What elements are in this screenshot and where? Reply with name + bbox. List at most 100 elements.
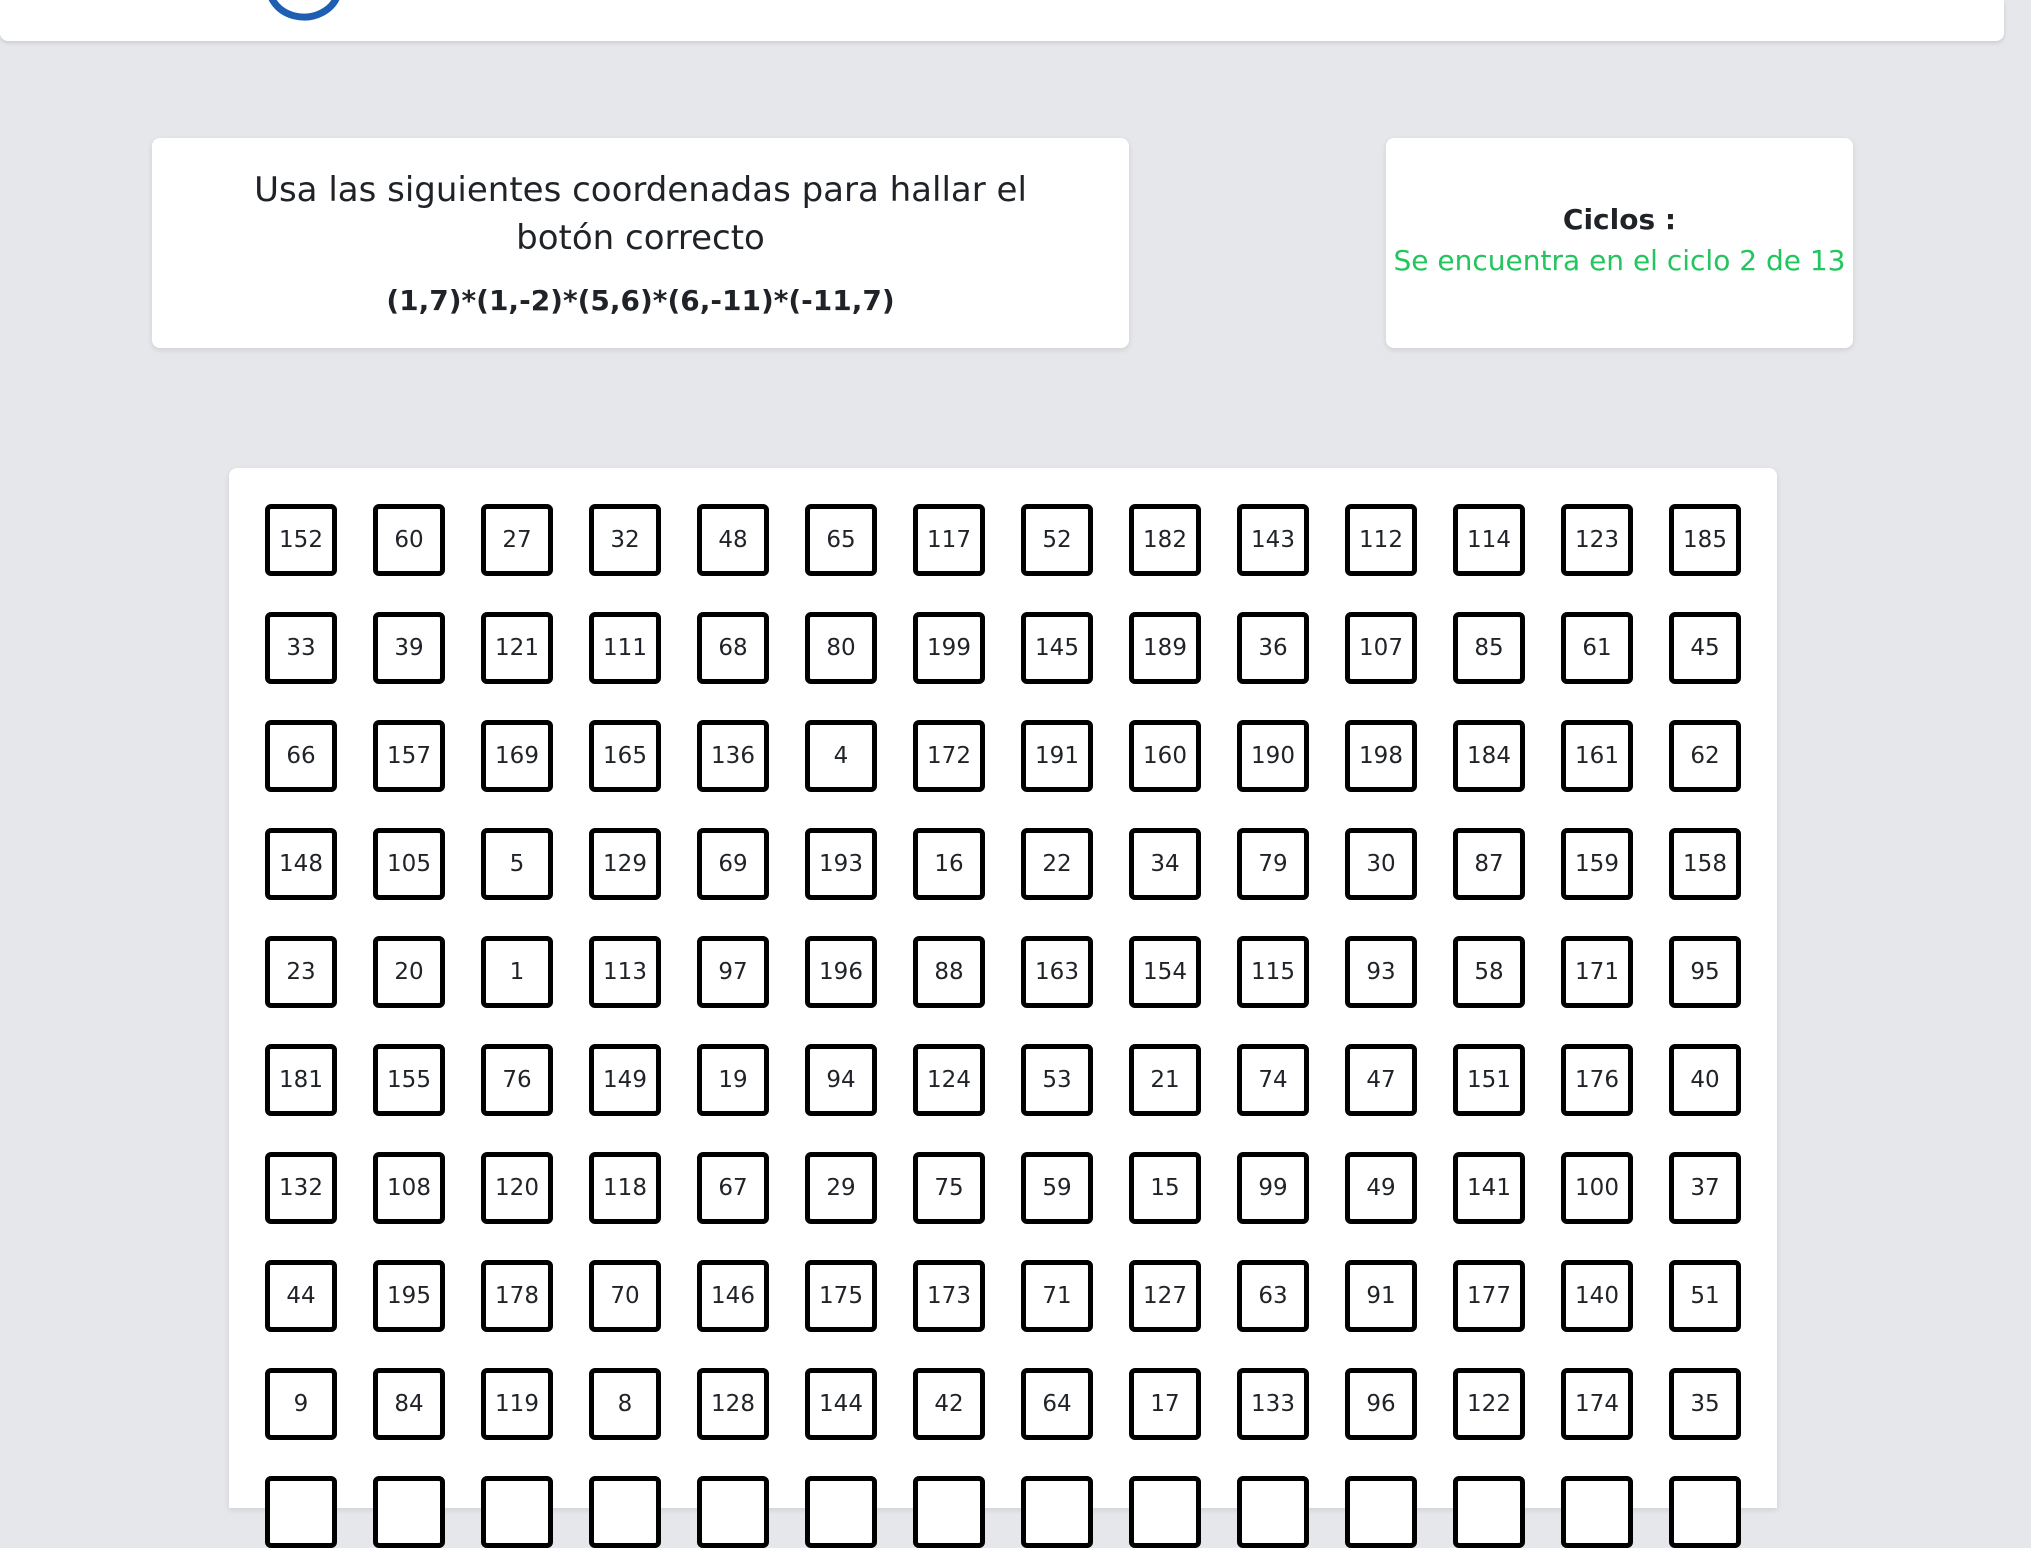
number-button[interactable]: 96: [1345, 1368, 1417, 1440]
number-button[interactable]: 121: [481, 612, 553, 684]
number-button[interactable]: 76: [481, 1044, 553, 1116]
number-button[interactable]: 160: [1129, 720, 1201, 792]
number-button[interactable]: 68: [697, 612, 769, 684]
number-button[interactable]: 184: [1453, 720, 1525, 792]
number-button[interactable]: 9: [265, 1368, 337, 1440]
number-button[interactable]: 59: [1021, 1152, 1093, 1224]
number-button[interactable]: [913, 1476, 985, 1548]
number-button[interactable]: 148: [265, 828, 337, 900]
number-button[interactable]: 97: [697, 936, 769, 1008]
number-button[interactable]: 23: [265, 936, 337, 1008]
number-button[interactable]: 5: [481, 828, 553, 900]
number-button[interactable]: 171: [1561, 936, 1633, 1008]
number-button[interactable]: 32: [589, 504, 661, 576]
number-button[interactable]: 154: [1129, 936, 1201, 1008]
number-button[interactable]: 146: [697, 1260, 769, 1332]
number-button[interactable]: 112: [1345, 504, 1417, 576]
number-button[interactable]: 118: [589, 1152, 661, 1224]
number-button[interactable]: 149: [589, 1044, 661, 1116]
number-button[interactable]: 120: [481, 1152, 553, 1224]
number-button[interactable]: 30: [1345, 828, 1417, 900]
number-button[interactable]: 20: [373, 936, 445, 1008]
number-button[interactable]: 60: [373, 504, 445, 576]
number-button[interactable]: 63: [1237, 1260, 1309, 1332]
number-button[interactable]: 93: [1345, 936, 1417, 1008]
number-button[interactable]: 123: [1561, 504, 1633, 576]
number-button[interactable]: 29: [805, 1152, 877, 1224]
number-button[interactable]: 190: [1237, 720, 1309, 792]
number-button[interactable]: 124: [913, 1044, 985, 1116]
number-button[interactable]: 84: [373, 1368, 445, 1440]
number-button[interactable]: [805, 1476, 877, 1548]
number-button[interactable]: [1669, 1476, 1741, 1548]
number-button[interactable]: 107: [1345, 612, 1417, 684]
number-button[interactable]: [1345, 1476, 1417, 1548]
number-button[interactable]: 182: [1129, 504, 1201, 576]
number-button[interactable]: 127: [1129, 1260, 1201, 1332]
number-button[interactable]: 15: [1129, 1152, 1201, 1224]
number-button[interactable]: 70: [589, 1260, 661, 1332]
number-button[interactable]: 52: [1021, 504, 1093, 576]
number-button[interactable]: 132: [265, 1152, 337, 1224]
number-button[interactable]: 80: [805, 612, 877, 684]
number-button[interactable]: 39: [373, 612, 445, 684]
number-button[interactable]: 17: [1129, 1368, 1201, 1440]
number-button[interactable]: [1129, 1476, 1201, 1548]
number-button[interactable]: 119: [481, 1368, 553, 1440]
number-button[interactable]: 144: [805, 1368, 877, 1440]
number-button[interactable]: 34: [1129, 828, 1201, 900]
number-button[interactable]: [481, 1476, 553, 1548]
number-button[interactable]: 42: [913, 1368, 985, 1440]
number-button[interactable]: 181: [265, 1044, 337, 1116]
number-button[interactable]: [1237, 1476, 1309, 1548]
number-button[interactable]: 53: [1021, 1044, 1093, 1116]
number-button[interactable]: 193: [805, 828, 877, 900]
number-button[interactable]: 129: [589, 828, 661, 900]
number-button[interactable]: 165: [589, 720, 661, 792]
number-button[interactable]: 40: [1669, 1044, 1741, 1116]
number-button[interactable]: 111: [589, 612, 661, 684]
number-button[interactable]: 47: [1345, 1044, 1417, 1116]
number-button[interactable]: 49: [1345, 1152, 1417, 1224]
number-button[interactable]: [1561, 1476, 1633, 1548]
number-button[interactable]: 22: [1021, 828, 1093, 900]
number-button[interactable]: 71: [1021, 1260, 1093, 1332]
number-button[interactable]: 45: [1669, 612, 1741, 684]
number-button[interactable]: 145: [1021, 612, 1093, 684]
number-button[interactable]: 117: [913, 504, 985, 576]
number-button[interactable]: 155: [373, 1044, 445, 1116]
number-button[interactable]: 58: [1453, 936, 1525, 1008]
number-button[interactable]: 62: [1669, 720, 1741, 792]
number-button[interactable]: 99: [1237, 1152, 1309, 1224]
number-button[interactable]: 27: [481, 504, 553, 576]
number-button[interactable]: [1021, 1476, 1093, 1548]
number-button[interactable]: 95: [1669, 936, 1741, 1008]
number-button[interactable]: 115: [1237, 936, 1309, 1008]
number-button[interactable]: [265, 1476, 337, 1548]
number-button[interactable]: 152: [265, 504, 337, 576]
number-button[interactable]: 161: [1561, 720, 1633, 792]
number-button[interactable]: 85: [1453, 612, 1525, 684]
number-button[interactable]: 100: [1561, 1152, 1633, 1224]
number-button[interactable]: 196: [805, 936, 877, 1008]
number-button[interactable]: 79: [1237, 828, 1309, 900]
number-button[interactable]: 16: [913, 828, 985, 900]
number-button[interactable]: 140: [1561, 1260, 1633, 1332]
number-button[interactable]: 36: [1237, 612, 1309, 684]
number-button[interactable]: 19: [697, 1044, 769, 1116]
number-button[interactable]: 151: [1453, 1044, 1525, 1116]
number-button[interactable]: 113: [589, 936, 661, 1008]
number-button[interactable]: [697, 1476, 769, 1548]
number-button[interactable]: 178: [481, 1260, 553, 1332]
number-button[interactable]: 48: [697, 504, 769, 576]
number-button[interactable]: 157: [373, 720, 445, 792]
number-button[interactable]: 87: [1453, 828, 1525, 900]
number-button[interactable]: 33: [265, 612, 337, 684]
number-button[interactable]: 141: [1453, 1152, 1525, 1224]
number-button[interactable]: 176: [1561, 1044, 1633, 1116]
number-button[interactable]: 169: [481, 720, 553, 792]
number-button[interactable]: 94: [805, 1044, 877, 1116]
number-button[interactable]: 21: [1129, 1044, 1201, 1116]
number-button[interactable]: 177: [1453, 1260, 1525, 1332]
number-button[interactable]: 64: [1021, 1368, 1093, 1440]
